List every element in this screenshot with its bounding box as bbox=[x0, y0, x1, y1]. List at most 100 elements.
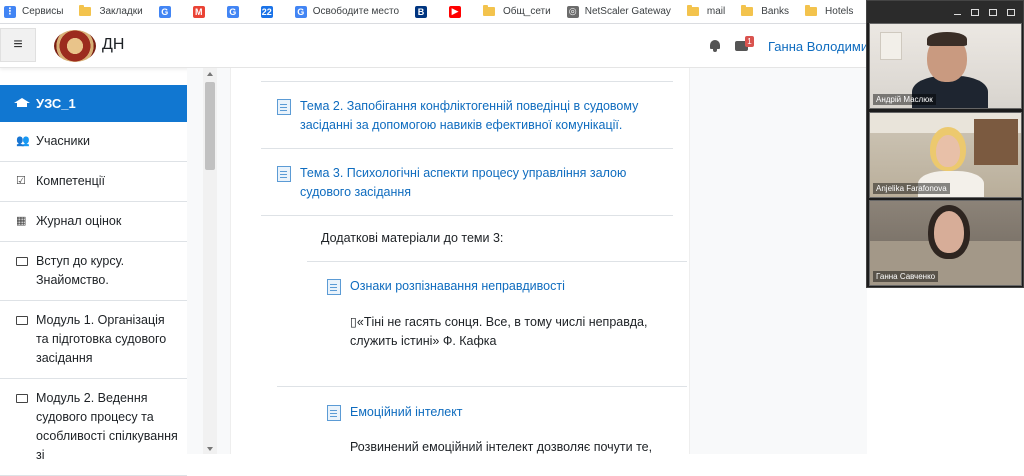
bookmark-label: Освободите место bbox=[312, 6, 400, 17]
folder-icon bbox=[741, 5, 754, 16]
folder-icon bbox=[686, 5, 699, 16]
bookmark-item[interactable]: ◎ NetScaler Gateway bbox=[566, 0, 671, 23]
activity-link[interactable]: Емоційний інтелект bbox=[350, 403, 463, 422]
hamburger-menu-button[interactable]: ≡ bbox=[0, 28, 36, 62]
video-panel-toolbar bbox=[867, 1, 1023, 23]
bookmark-label: Hotels bbox=[825, 6, 854, 17]
folder-icon bbox=[79, 5, 92, 16]
activity-topic3[interactable]: Тема 3. Психологічні аспекти процесу упр… bbox=[277, 164, 657, 202]
divider bbox=[261, 215, 673, 216]
activity-link[interactable]: Тема 2. Запобігання конфліктогенній пове… bbox=[300, 97, 657, 135]
bookmark-item[interactable]: B bbox=[415, 0, 433, 23]
nav-label: Учасники bbox=[36, 134, 90, 148]
scroll-up-arrow-icon[interactable] bbox=[207, 72, 213, 76]
netscaler-icon: ◎ bbox=[566, 5, 579, 18]
page-resource-icon bbox=[327, 279, 341, 295]
participant-tile[interactable]: Андрій Маслюк bbox=[869, 23, 1022, 109]
google-icon: G bbox=[294, 5, 307, 18]
bookmark-item[interactable]: G Освободите место bbox=[294, 0, 400, 23]
kafka-quote: ▯«Тіні не гасять сонця. Все, в тому числ… bbox=[350, 315, 648, 348]
nav-section-intro[interactable]: Вступ до курсу. Знайомство. bbox=[0, 242, 187, 301]
bookmark-item[interactable]: ⋮ Сервисы bbox=[4, 0, 64, 23]
grid-view-icon[interactable] bbox=[1007, 8, 1015, 16]
nav-gradebook[interactable]: ▦ Журнал оцінок bbox=[0, 202, 187, 242]
activity-lie-detection[interactable]: Ознаки розпізнавання неправдивості bbox=[327, 277, 677, 296]
folder-icon bbox=[483, 5, 496, 16]
divider bbox=[261, 148, 673, 149]
drawer-scrollbar[interactable] bbox=[203, 68, 217, 454]
window-icon[interactable] bbox=[971, 8, 979, 16]
participant-tile[interactable]: Anjelika Farafonova bbox=[869, 112, 1022, 198]
nav-label: Журнал оцінок bbox=[36, 214, 122, 228]
folder-icon bbox=[805, 5, 818, 16]
minimize-icon[interactable] bbox=[954, 14, 961, 15]
apps-grid-icon: ⋮ bbox=[4, 5, 16, 18]
main-content: Тема 2. Запобігання конфліктогенній пове… bbox=[217, 68, 867, 454]
video-call-panel: Андрій Маслюк Anjelika Farafonova Ганна … bbox=[866, 0, 1024, 288]
scroll-down-arrow-icon[interactable] bbox=[207, 447, 213, 451]
bookmark-item[interactable]: M bbox=[192, 0, 211, 23]
course-title: УЗС_1 bbox=[36, 96, 76, 111]
page-resource-icon bbox=[277, 166, 291, 182]
drawer-gutter bbox=[187, 68, 203, 454]
scrollbar-thumb[interactable] bbox=[205, 82, 215, 170]
youtube-icon: ▶ bbox=[449, 5, 462, 18]
google-icon: G bbox=[158, 5, 171, 18]
folder-icon bbox=[16, 257, 28, 266]
course-home-link[interactable]: УЗС_1 bbox=[0, 85, 187, 122]
participant-name: Ганна Савченко bbox=[873, 271, 939, 282]
users-icon: 👥 bbox=[16, 135, 30, 147]
course-section-card: Тема 2. Запобігання конфліктогенній пове… bbox=[230, 68, 690, 454]
resource-description: Розвинений емоційний інтелект дозволяє п… bbox=[350, 440, 653, 454]
bookmark-item[interactable]: Banks bbox=[741, 0, 790, 23]
table-icon: ▦ bbox=[16, 215, 27, 227]
activity-emotional-intelligence[interactable]: Емоційний інтелект bbox=[327, 403, 677, 422]
activity-link[interactable]: Ознаки розпізнавання неправдивості bbox=[350, 277, 565, 296]
nav-competencies[interactable]: ☑ Компетенції bbox=[0, 162, 187, 202]
folder-icon bbox=[16, 394, 28, 403]
folder-icon bbox=[16, 316, 28, 325]
checkbox-icon: ☑ bbox=[16, 175, 26, 187]
participant-name: Андрій Маслюк bbox=[873, 94, 936, 105]
layout-icon[interactable] bbox=[989, 8, 997, 16]
bookmark-item[interactable]: ▶ bbox=[449, 0, 467, 23]
bookmark-label: Общ_сети bbox=[503, 6, 551, 17]
extra-materials-heading: Додаткові матеріали до теми 3: bbox=[321, 231, 504, 245]
participant-tile[interactable]: Ганна Савченко bbox=[869, 200, 1022, 286]
notifications-bell-icon[interactable] bbox=[709, 40, 721, 52]
activity-link[interactable]: Тема 3. Психологічні аспекти процесу упр… bbox=[300, 164, 657, 202]
bookmark-item[interactable]: mail bbox=[686, 0, 726, 23]
user-menu[interactable]: Ганна Володимир bbox=[768, 39, 875, 54]
translate-icon: G bbox=[226, 5, 239, 18]
messages-count-badge: 1 bbox=[745, 36, 754, 47]
gmail-icon: M bbox=[192, 5, 205, 18]
bookmark-label: Banks bbox=[761, 6, 790, 17]
bookmark-item[interactable]: G bbox=[158, 0, 177, 23]
bookmark-item[interactable]: G bbox=[226, 0, 245, 23]
participant-name: Anjelika Farafonova bbox=[873, 183, 950, 194]
nav-label: Компетенції bbox=[36, 174, 105, 188]
graduation-cap-icon bbox=[14, 98, 30, 109]
page-resource-icon bbox=[277, 99, 291, 115]
divider bbox=[307, 261, 687, 262]
bookmark-item[interactable]: Закладки bbox=[79, 0, 143, 23]
nav-label: Вступ до курсу. Знайомство. bbox=[36, 254, 125, 287]
nav-participants[interactable]: 👥 Учасники bbox=[0, 122, 187, 162]
bookmark-item[interactable]: Hotels bbox=[805, 0, 854, 23]
bookmark-item[interactable]: 22 bbox=[260, 0, 279, 23]
site-logo[interactable] bbox=[54, 30, 96, 62]
divider bbox=[277, 386, 687, 387]
course-nav-drawer: УЗС_1 👥 Учасники ☑ Компетенції ▦ Журнал … bbox=[0, 85, 187, 476]
nav-label: Модуль 1. Організація та підготовка судо… bbox=[36, 313, 167, 365]
nav-section-module2[interactable]: Модуль 2. Ведення судового процесу та ос… bbox=[0, 379, 187, 476]
site-brand[interactable]: ДН bbox=[102, 36, 124, 54]
booking-icon: B bbox=[415, 5, 428, 18]
activity-topic2[interactable]: Тема 2. Запобігання конфліктогенній пове… bbox=[277, 97, 657, 135]
nav-section-module1[interactable]: Модуль 1. Організація та підготовка судо… bbox=[0, 301, 187, 379]
bookmark-label: mail bbox=[706, 6, 726, 17]
bookmark-label: NetScaler Gateway bbox=[584, 6, 671, 17]
bookmark-label: Сервисы bbox=[22, 6, 64, 17]
bookmark-label: Закладки bbox=[99, 6, 143, 17]
page-resource-icon bbox=[327, 405, 341, 421]
bookmark-item[interactable]: Общ_сети bbox=[483, 0, 551, 23]
